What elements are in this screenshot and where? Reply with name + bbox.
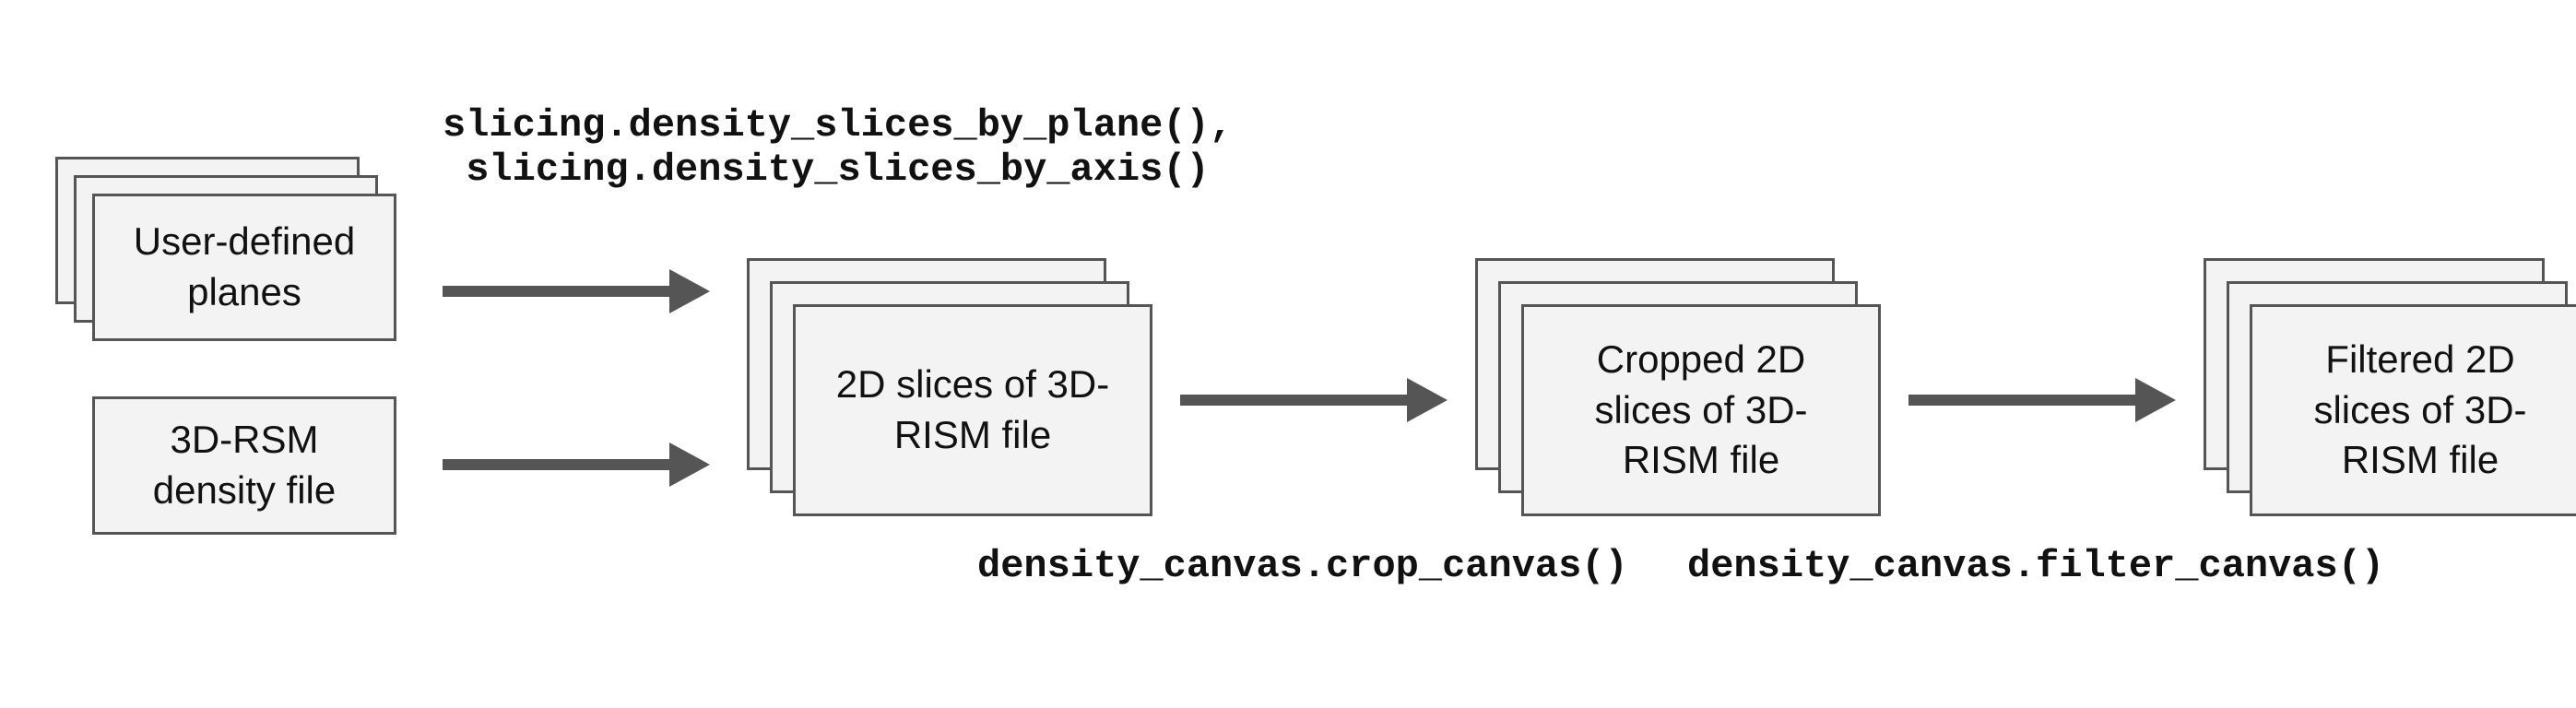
cropped-box-label: Cropped 2D slices of 3D-RISM file <box>1521 304 1881 516</box>
density-file-box: 3D-RSM density file <box>92 396 396 535</box>
arrow-slices-to-cropped <box>1180 378 1448 422</box>
filtered-box-label: Filtered 2D slices of 3D-RISM file <box>2250 304 2576 516</box>
cropped-box: Cropped 2D slices of 3D-RISM file <box>1475 258 1881 516</box>
arrow-cropped-to-filtered <box>1908 378 2176 422</box>
crop-fn-label: density_canvas.crop_canvas() <box>977 544 1628 588</box>
planes-box-label: User-defined planes <box>92 194 396 341</box>
arrow-planes-to-slices <box>443 269 710 313</box>
filtered-box: Filtered 2D slices of 3D-RISM file <box>2204 258 2576 516</box>
planes-box: User-defined planes <box>55 157 396 341</box>
flow-diagram: slicing.density_slices_by_plane(), slici… <box>0 0 2576 708</box>
arrow-density-to-slices <box>443 442 710 487</box>
filter-fn-label: density_canvas.filter_canvas() <box>1687 544 2384 588</box>
slices-box: 2D slices of 3D-RISM file <box>747 258 1152 516</box>
slices-box-label: 2D slices of 3D-RISM file <box>793 304 1152 516</box>
slicing-fn-label: slicing.density_slices_by_plane(), slici… <box>443 103 1233 192</box>
